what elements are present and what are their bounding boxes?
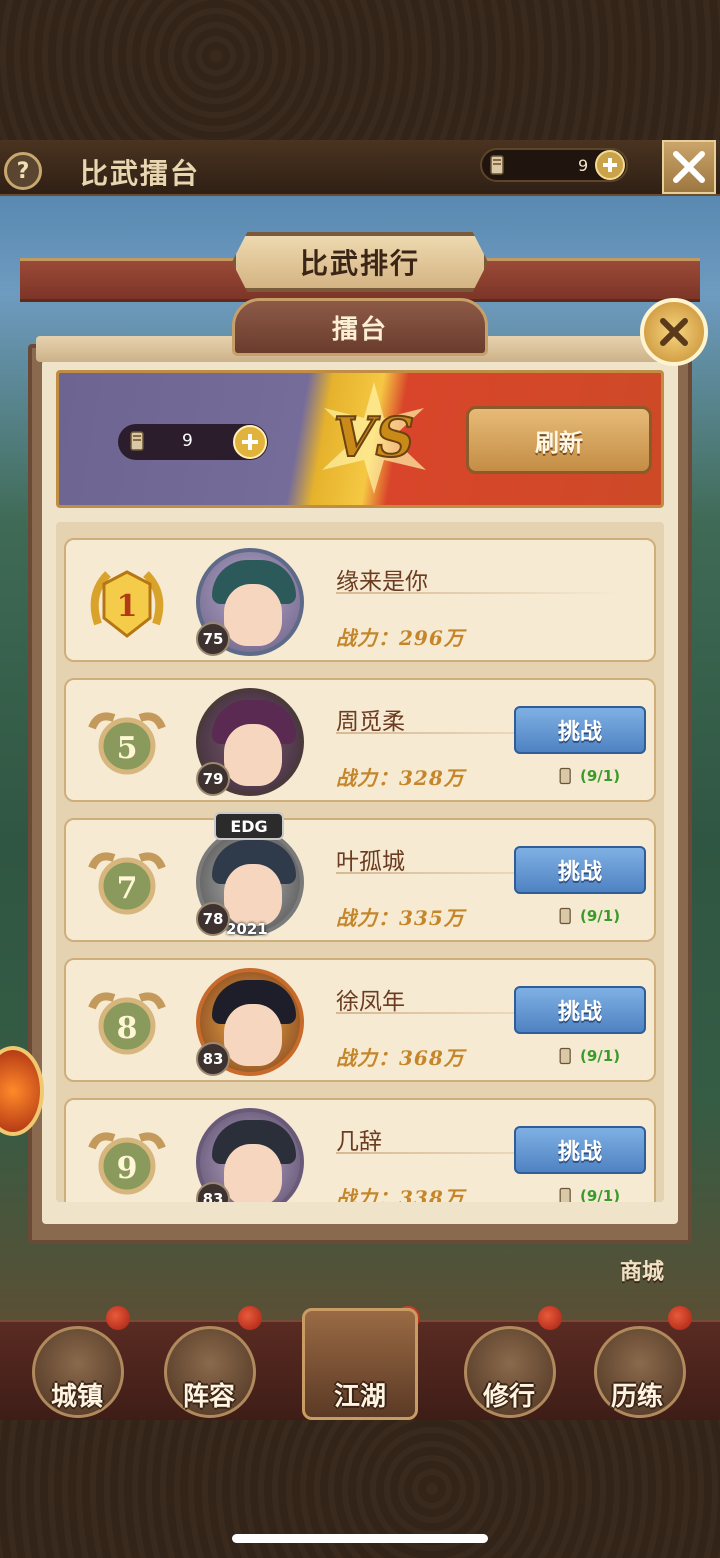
arena-tab: 擂台 xyxy=(232,298,488,356)
list-item: 5 79 周觅柔 战力：328万 挑战 (9/1) xyxy=(64,678,656,802)
combat-power: 战力：335万 xyxy=(336,906,465,930)
home-indicator[interactable] xyxy=(232,1534,488,1543)
combat-power: 战力：296万 xyxy=(336,626,465,650)
ticket-cost: (9/1) xyxy=(556,766,620,786)
nav-town-label: 城镇 xyxy=(50,1382,103,1412)
list-item: 8 83 徐凤年 战力：368万 挑战 (9/1) xyxy=(64,958,656,1082)
combat-power: 战力：368万 xyxy=(336,1046,465,1070)
ticket-cost-value: (9/1) xyxy=(580,767,621,785)
green-laurel-badge-icon: 8 xyxy=(88,992,166,1055)
ticket-cost-value: (9/1) xyxy=(580,1047,621,1065)
banner-ticket-counter: 9 xyxy=(118,424,268,460)
banner-ticket-count: 9 xyxy=(182,431,193,451)
challenge-button[interactable]: 挑战 xyxy=(514,846,646,894)
nav-cultivate-label: 修行 xyxy=(482,1382,535,1412)
level-badge: 79 xyxy=(196,762,230,796)
vs-emblem: VS xyxy=(322,382,426,494)
refresh-button[interactable]: 刷新 xyxy=(466,406,652,474)
level-badge: 83 xyxy=(196,1042,230,1076)
avatar-face xyxy=(224,584,282,646)
ticket-counter: 9 xyxy=(480,148,628,182)
scroll-ticket-icon xyxy=(559,1187,571,1202)
ticket-cost: (9/1) xyxy=(556,1186,620,1202)
scroll-ticket-icon xyxy=(559,767,571,785)
player-name: 几辞 xyxy=(336,1129,382,1155)
add-ticket-button[interactable] xyxy=(594,149,626,181)
ticket-cost-value: (9/1) xyxy=(580,1187,621,1202)
panel-close-button[interactable] xyxy=(640,298,708,366)
avatar-face xyxy=(224,1004,282,1066)
scroll-ticket-icon xyxy=(559,1047,571,1065)
combat-power: 战力：328万 xyxy=(336,766,465,790)
nav-lineup-label: 阵容 xyxy=(182,1382,235,1412)
level-badge: 75 xyxy=(196,622,230,656)
crossed-swords-icon xyxy=(660,318,688,346)
player-name: 叶孤城 xyxy=(336,849,405,875)
crossed-swords-icon xyxy=(673,151,705,183)
level-badge: 78 xyxy=(196,902,230,936)
rank-number: 7 xyxy=(117,871,138,906)
list-item: 9 83 几辞 战力：338万 挑战 (9/1) xyxy=(64,1098,656,1202)
avatar-face xyxy=(224,864,282,926)
rank-number: 8 xyxy=(117,1011,138,1046)
green-laurel-badge-icon: 5 xyxy=(88,712,166,775)
player-name: 徐凤年 xyxy=(336,989,405,1015)
scroll-ticket-icon xyxy=(130,431,144,451)
player-name: 缘来是你 xyxy=(336,569,428,595)
list-item: 7 EDG 2021 78 叶孤城 战力：335万 挑战 (9/1) xyxy=(64,812,656,942)
ticket-count: 9 xyxy=(578,156,589,175)
avatar-face xyxy=(224,724,282,786)
green-laurel-badge-icon: 9 xyxy=(88,1132,166,1195)
edg-frame-badge: EDG xyxy=(214,812,284,840)
notification-dot xyxy=(238,1306,262,1330)
arena-tab-title: 擂台 xyxy=(331,314,388,345)
rank-number: 1 xyxy=(117,589,138,624)
ticket-cost: (9/1) xyxy=(556,1046,620,1066)
exit-button[interactable] xyxy=(662,140,716,194)
help-button[interactable]: ? xyxy=(4,152,42,190)
challenge-button[interactable]: 挑战 xyxy=(514,706,646,754)
scroll-ticket-icon xyxy=(490,155,504,175)
nav-train-label: 历练 xyxy=(610,1382,663,1412)
shop-button[interactable]: 商城 xyxy=(620,1254,664,1286)
vs-text: VS xyxy=(334,405,415,469)
top-frame xyxy=(0,0,720,140)
ranking-plaque[interactable]: 比武排行 xyxy=(232,232,488,292)
page-title: 比武擂台 xyxy=(80,157,201,190)
list-item: 1 75 缘来是你 战力：296万 xyxy=(64,538,656,662)
notification-dot xyxy=(106,1306,130,1330)
nav-jianghu-label: 江湖 xyxy=(333,1382,386,1412)
green-laurel-badge-icon: 7 xyxy=(88,852,166,915)
ticket-cost: (9/1) xyxy=(556,906,620,926)
challenge-button[interactable]: 挑战 xyxy=(514,1126,646,1174)
player-name: 周觅柔 xyxy=(336,709,405,735)
avatar-face xyxy=(224,1144,282,1202)
divider xyxy=(336,592,622,594)
rank-number: 5 xyxy=(117,731,138,766)
notification-dot xyxy=(668,1306,692,1330)
scroll-ticket-icon xyxy=(559,907,571,925)
challenge-button[interactable]: 挑战 xyxy=(514,986,646,1034)
ranking-title: 比武排行 xyxy=(299,247,420,280)
combat-power: 战力：338万 xyxy=(336,1186,465,1202)
notification-dot xyxy=(538,1306,562,1330)
ranking-list[interactable]: 1 75 缘来是你 战力：296万 5 79 周觅柔 战力：328万 挑战 (9… xyxy=(56,522,664,1202)
gold-laurel-badge-icon: 1 xyxy=(90,570,164,638)
add-ticket-button[interactable] xyxy=(232,424,268,460)
ticket-cost-value: (9/1) xyxy=(580,907,621,925)
rank-number: 9 xyxy=(117,1151,138,1186)
frame-year-label: 2021 xyxy=(226,920,268,938)
